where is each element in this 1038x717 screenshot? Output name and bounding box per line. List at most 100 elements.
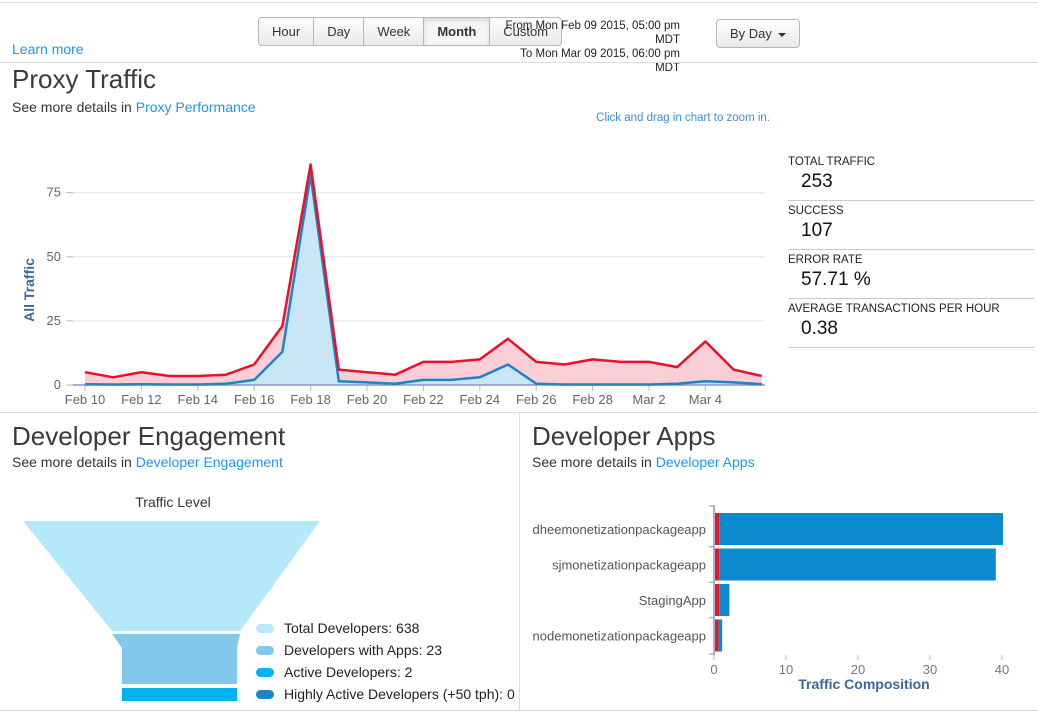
panel-divider — [519, 412, 520, 710]
stat-label: ERROR RATE — [788, 254, 1034, 266]
x-tick-label: 40 — [995, 662, 1009, 677]
success-series-line — [85, 175, 762, 385]
stat-value: 107 — [788, 220, 1034, 242]
bar-success-segment — [719, 620, 723, 652]
x-tick-label: 10 — [779, 662, 793, 677]
y-tick-label: 0 — [54, 377, 61, 392]
y-tick-label: 75 — [47, 185, 61, 200]
developer-engagement-link[interactable]: Developer Engagement — [136, 454, 283, 470]
caret-down-icon — [778, 33, 786, 37]
x-tick-label: Feb 26 — [516, 392, 556, 407]
legend-item-highly-active-developers: Highly Active Developers (+50 tph): 0 — [256, 683, 515, 705]
date-range-display: From Mon Feb 09 2015, 05:00 pm MDT To Mo… — [496, 19, 680, 75]
bar-success-segment — [719, 584, 729, 616]
x-tick-label: Feb 28 — [572, 392, 612, 407]
stat-avg-tph: AVERAGE TRANSACTIONS PER HOUR 0.38 — [788, 299, 1034, 348]
date-from-text: From Mon Feb 09 2015, 05:00 pm MDT — [496, 19, 680, 47]
success-area-fill — [85, 175, 762, 385]
legend-swatch — [256, 690, 274, 699]
legend-label: Highly Active Developers (+50 tph): 0 — [284, 686, 515, 702]
developer-engagement-subtitle: See more details in Developer Engagement — [12, 454, 283, 470]
bar-error-segment — [715, 620, 719, 652]
x-tick-label: Feb 22 — [403, 392, 443, 407]
developer-apps-chart[interactable]: 0 10 20 30 40 sudheemonetizationpackageapp sjm… — [532, 505, 1034, 695]
subtitle-text: See more details in — [12, 99, 136, 115]
bar-category-label: sjmonetizationpackageapp — [552, 558, 706, 573]
traffic-stats-panel: TOTAL TRAFFIC 253 SUCCESS 107 ERROR RATE… — [788, 152, 1034, 348]
proxy-traffic-chart[interactable]: 0 25 50 75 Feb 10 Feb 12 Feb 14 Feb 16 Feb 18 Feb… — [20, 140, 780, 412]
legend-item-developers-with-apps: Developers with Apps: 23 — [256, 639, 515, 661]
y-axis-title: All Traffic — [21, 258, 37, 322]
bar-error-segment — [715, 549, 719, 581]
subtitle-text: See more details in — [532, 454, 656, 470]
top-border — [0, 2, 1038, 3]
developer-apps-title: Developer Apps — [532, 421, 716, 452]
traffic-series-line — [85, 165, 762, 378]
stat-label: SUCCESS — [788, 205, 1034, 217]
legend-swatch — [256, 624, 274, 633]
legend-item-active-developers: Active Developers: 2 — [256, 661, 515, 683]
funnel-legend: Total Developers: 638 Developers with Ap… — [256, 617, 515, 705]
developer-apps-subtitle: See more details in Developer Apps — [532, 454, 755, 470]
bar-success-segment — [719, 513, 1003, 545]
group-by-dropdown[interactable]: By Day — [716, 19, 800, 48]
learn-more-link[interactable]: Learn more — [12, 41, 84, 57]
developer-apps-link[interactable]: Developer Apps — [656, 454, 755, 470]
range-button-hour[interactable]: Hour — [258, 17, 314, 46]
x-axis-title: Traffic Composition — [798, 676, 929, 692]
legend-swatch — [256, 646, 274, 655]
x-tick-label: Feb 10 — [65, 392, 105, 407]
y-tick-label: 50 — [47, 249, 61, 264]
x-tick-label: Feb 16 — [234, 392, 274, 407]
bar-success-segment — [719, 549, 996, 581]
funnel-segment-total-developers — [23, 521, 320, 631]
stat-value: 0.38 — [788, 318, 1034, 340]
x-tick-label: Feb 12 — [121, 392, 161, 407]
x-tick-label: Feb 24 — [460, 392, 500, 407]
legend-item-total-developers: Total Developers: 638 — [256, 617, 515, 639]
stat-value: 253 — [788, 171, 1034, 193]
proxy-traffic-subtitle: See more details in Proxy Performance — [12, 99, 256, 115]
x-tick-label: Feb 18 — [290, 392, 330, 407]
bar-category-label: sudheemonetizationpackageapp — [532, 522, 706, 537]
y-tick-label: 25 — [47, 313, 61, 328]
funnel-title: Traffic Level — [23, 494, 323, 510]
traffic-area-fill — [85, 165, 762, 386]
legend-label: Developers with Apps: 23 — [284, 642, 442, 658]
stat-value: 57.71 % — [788, 269, 1034, 291]
stat-label: AVERAGE TRANSACTIONS PER HOUR — [788, 303, 1034, 315]
funnel-segment-active-developers — [122, 688, 237, 701]
x-tick-label: 0 — [710, 662, 717, 677]
proxy-performance-link[interactable]: Proxy Performance — [136, 99, 256, 115]
legend-label: Active Developers: 2 — [284, 664, 412, 680]
toolbar-divider — [0, 62, 1038, 63]
bar-category-label: nodemonetizationpackageapp — [533, 629, 706, 644]
x-tick-label: 20 — [851, 662, 865, 677]
stat-success: SUCCESS 107 — [788, 201, 1034, 250]
bar-category-label: StagingApp — [639, 593, 706, 608]
range-button-month[interactable]: Month — [423, 17, 490, 46]
range-button-day[interactable]: Day — [313, 17, 364, 46]
stat-error-rate: ERROR RATE 57.71 % — [788, 250, 1034, 299]
group-by-label: By Day — [730, 26, 772, 41]
proxy-traffic-title: Proxy Traffic — [12, 64, 156, 95]
bar-error-segment — [715, 513, 719, 545]
legend-swatch — [256, 668, 274, 677]
funnel-segment-developers-with-apps — [112, 634, 240, 684]
bottom-divider — [0, 710, 1038, 711]
x-tick-label: Mar 2 — [632, 392, 665, 407]
x-tick-label: 30 — [923, 662, 937, 677]
developer-engagement-title: Developer Engagement — [12, 421, 285, 452]
date-to-text: To Mon Mar 09 2015, 06:00 pm MDT — [496, 47, 680, 75]
chart-zoom-hint: Click and drag in chart to zoom in. — [596, 112, 770, 124]
bar-error-segment — [715, 584, 719, 616]
stat-label: TOTAL TRAFFIC — [788, 156, 1034, 168]
range-button-week[interactable]: Week — [363, 17, 424, 46]
legend-label: Total Developers: 638 — [284, 620, 419, 636]
subtitle-text: See more details in — [12, 454, 136, 470]
x-tick-label: Feb 14 — [178, 392, 218, 407]
x-tick-label: Feb 20 — [347, 392, 387, 407]
x-tick-label: Mar 4 — [689, 392, 722, 407]
stat-total-traffic: TOTAL TRAFFIC 253 — [788, 152, 1034, 201]
dashboard-page: Learn more Hour Day Week Month Custom Fr… — [0, 0, 1038, 717]
